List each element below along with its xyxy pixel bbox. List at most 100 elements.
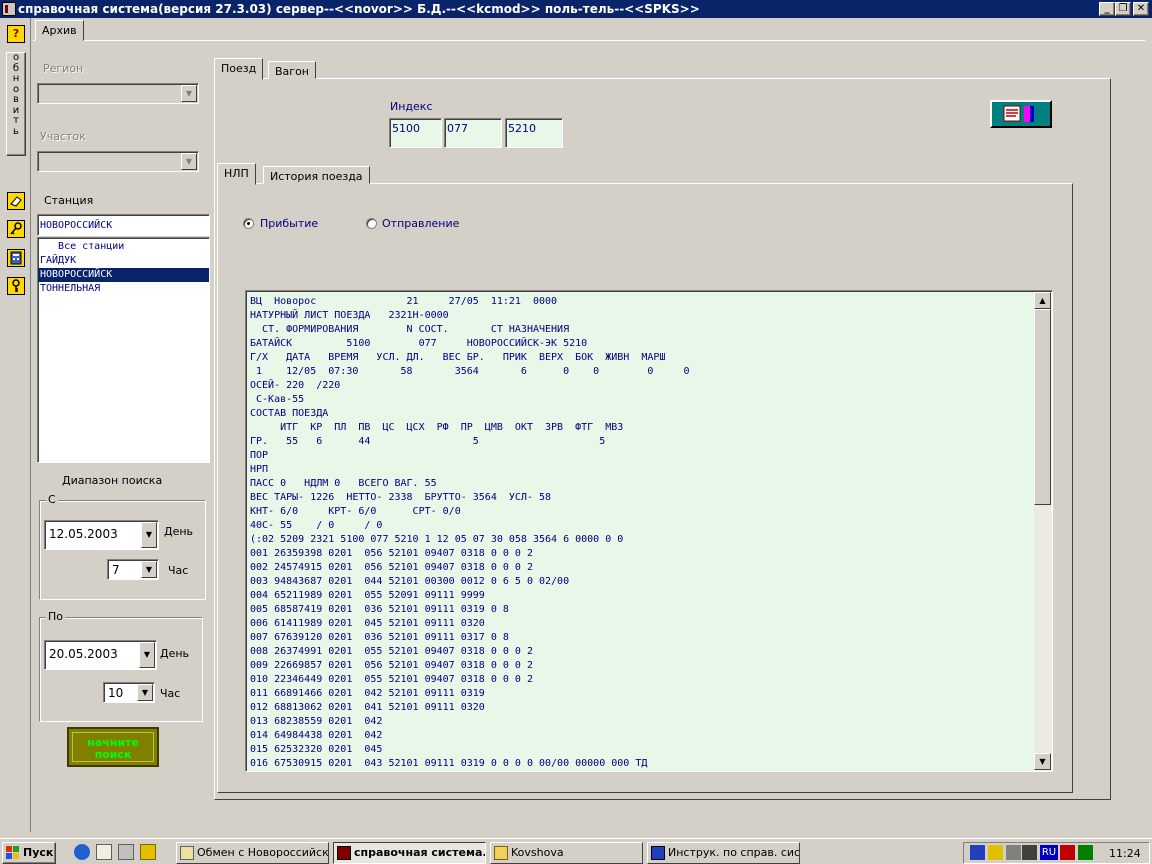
report-line: СТ. ФОРМИРОВАНИЯ N СОСТ. СТ НАЗНАЧЕНИЯ [250,324,570,335]
index-field-2[interactable]: 077 [444,118,502,148]
departure-radio[interactable] [366,218,377,229]
ie-icon[interactable] [74,844,90,860]
report-line: ВЦ Новорос 21 27/05 11:21 0000 [250,296,558,307]
tab-train[interactable]: Поезд [214,58,264,80]
language-indicator[interactable]: RU [1040,845,1058,860]
report-text: ВЦ Новорос 21 27/05 11:21 0000 НАТУРНЫЙ Л… [250,295,1032,769]
maximize-button[interactable]: ❐ [1115,2,1131,16]
from-day-label: День [164,525,194,538]
task-exchange[interactable]: Обмен с Новороссийск... [176,842,329,864]
task-instructions[interactable]: Инструк. по справ. сис... [647,842,800,864]
report-line: 012 68813062 0201 041 52101 09111 0320 [250,702,485,713]
eraser-icon[interactable] [7,192,25,210]
list-item[interactable]: Все станции [38,240,209,254]
to-hour-select[interactable]: 10 ▼ [103,682,155,703]
refresh-letter: т [13,115,19,126]
from-date-picker[interactable]: 12.05.2003 ▼ [44,520,159,550]
from-group: С [39,493,206,600]
tab-wagon[interactable]: Вагон [268,61,316,79]
title-bar[interactable]: справочная система(версия 27.3.03) серве… [0,0,1152,18]
station-list[interactable]: Все станции ГАЙДУК НОВОРОССИЙСК ТОННЕЛЬН… [37,237,210,463]
tray-icon[interactable] [970,845,985,860]
arrival-label[interactable]: Прибытие [260,217,318,230]
report-line: Г/Х ДАТА ВРЕМЯ УСЛ. ДЛ. ВЕС БР. ПРИК ВЕР… [250,352,666,363]
report-line: ОСЕЙ- 220 /220 [250,380,341,391]
tool-icon[interactable] [140,844,156,860]
index-label: Индекс [390,100,433,113]
task-reference-system[interactable]: справочная система... [333,842,486,864]
report-line: 011 66891466 0201 042 52101 09111 0319 [250,688,485,699]
calculator-icon[interactable] [7,249,25,267]
tray-icon[interactable] [1060,845,1075,860]
minimize-button[interactable]: _ [1099,2,1115,16]
desktop-icon[interactable] [96,844,112,860]
tray-icon[interactable] [1078,845,1093,860]
start-search-button[interactable]: начните поиск [67,727,159,767]
key-icon[interactable] [7,220,25,238]
refresh-letter: о [12,52,20,63]
tab-train-history[interactable]: История поезда [263,166,370,184]
arrival-radio[interactable] [243,218,254,229]
report-line: ВЕС ТАРЫ- 1226 НЕТТО- 2338 БРУТТО- 3564 … [250,492,552,503]
report-line: 004 65211989 0201 055 52091 09111 9999 [250,590,485,601]
index-field-3[interactable]: 5210 [505,118,563,148]
search-range-title: Диапазон поиска [62,474,163,487]
window-title: справочная система(версия 27.3.03) серве… [18,2,700,16]
list-item[interactable]: ТОННЕЛЬНАЯ [38,282,209,296]
tab-nlp[interactable]: НЛП [217,163,256,185]
region-select: ▼ [37,83,199,104]
report-line: 002 24574915 0201 056 52101 09407 0318 0… [250,562,533,573]
to-date-value: 20.05.2003 [49,647,118,661]
station-input[interactable]: НОВОРОССИЙСК [37,214,210,236]
to-date-picker[interactable]: 20.05.2003 ▼ [44,640,157,670]
to-hour-label: Час [160,687,181,700]
report-line: 007 67639120 0201 036 52101 09111 0317 0… [250,632,509,643]
report-line: НРП [250,464,269,475]
to-group-title: По [46,610,66,623]
report-line: 003 94843687 0201 044 52101 00300 0012 0… [250,576,570,587]
report-line: ПАСС 0 НДЛМ 0 ВСЕГО ВАГ. 55 [250,478,437,489]
tab-strip-line [33,40,1145,41]
app-icon[interactable] [2,2,16,16]
tray-icon[interactable] [1006,845,1021,860]
train-report[interactable]: ВЦ Новорос 21 27/05 11:21 0000 НАТУРНЫЙ Л… [245,290,1053,772]
chevron-down-icon[interactable]: ▼ [141,561,157,578]
list-item[interactable]: НОВОРОССИЙСК [38,268,209,282]
chevron-down-icon[interactable]: ▼ [137,684,153,701]
network-icon[interactable] [118,844,134,860]
close-button[interactable]: ✕ [1133,2,1149,16]
report-line: ПОР [250,450,269,461]
refresh-button[interactable]: о б н о в и т ь [6,52,26,156]
key-icon[interactable] [7,277,25,295]
index-field-1[interactable]: 5100 [389,118,442,148]
speaker-icon[interactable] [1022,845,1037,860]
chevron-down-icon[interactable]: ▼ [139,642,155,668]
start-button[interactable]: Пуск [2,842,56,864]
report-scrollbar[interactable]: ▲ ▼ [1034,292,1051,770]
print-button[interactable] [990,100,1052,128]
report-line: 006 61411989 0201 045 52101 09111 0320 [250,618,485,629]
app-icon [337,846,351,860]
help-button[interactable]: ? [7,25,25,43]
from-hour-label: Час [168,564,189,577]
report-line: 016 67530915 0201 043 52101 09111 0319 0… [250,758,648,769]
departure-label[interactable]: Отправление [382,217,459,230]
from-hour-select[interactable]: 7 ▼ [107,559,159,580]
task-label: Инструк. по справ. сис... [668,846,800,859]
tab-archive[interactable]: Архив [35,20,84,41]
task-label: справочная система... [354,846,486,859]
tray-icon[interactable] [988,845,1003,860]
from-group-title: С [46,493,58,506]
task-kovshova[interactable]: Kovshova [490,842,643,864]
station-label: Станция [44,194,94,207]
scroll-up-icon[interactable]: ▲ [1034,292,1051,309]
report-line: С-Кав-55 [250,394,305,405]
scroll-down-icon[interactable]: ▼ [1034,753,1051,770]
search-icon [180,846,194,860]
report-line: 008 26374991 0201 055 52101 09407 0318 0… [250,646,533,657]
chevron-down-icon[interactable]: ▼ [141,522,157,548]
report-line: ГР. 55 6 44 5 5 [250,436,606,447]
windows-logo-icon [6,846,19,859]
scroll-thumb[interactable] [1034,309,1051,505]
list-item[interactable]: ГАЙДУК [38,254,209,268]
